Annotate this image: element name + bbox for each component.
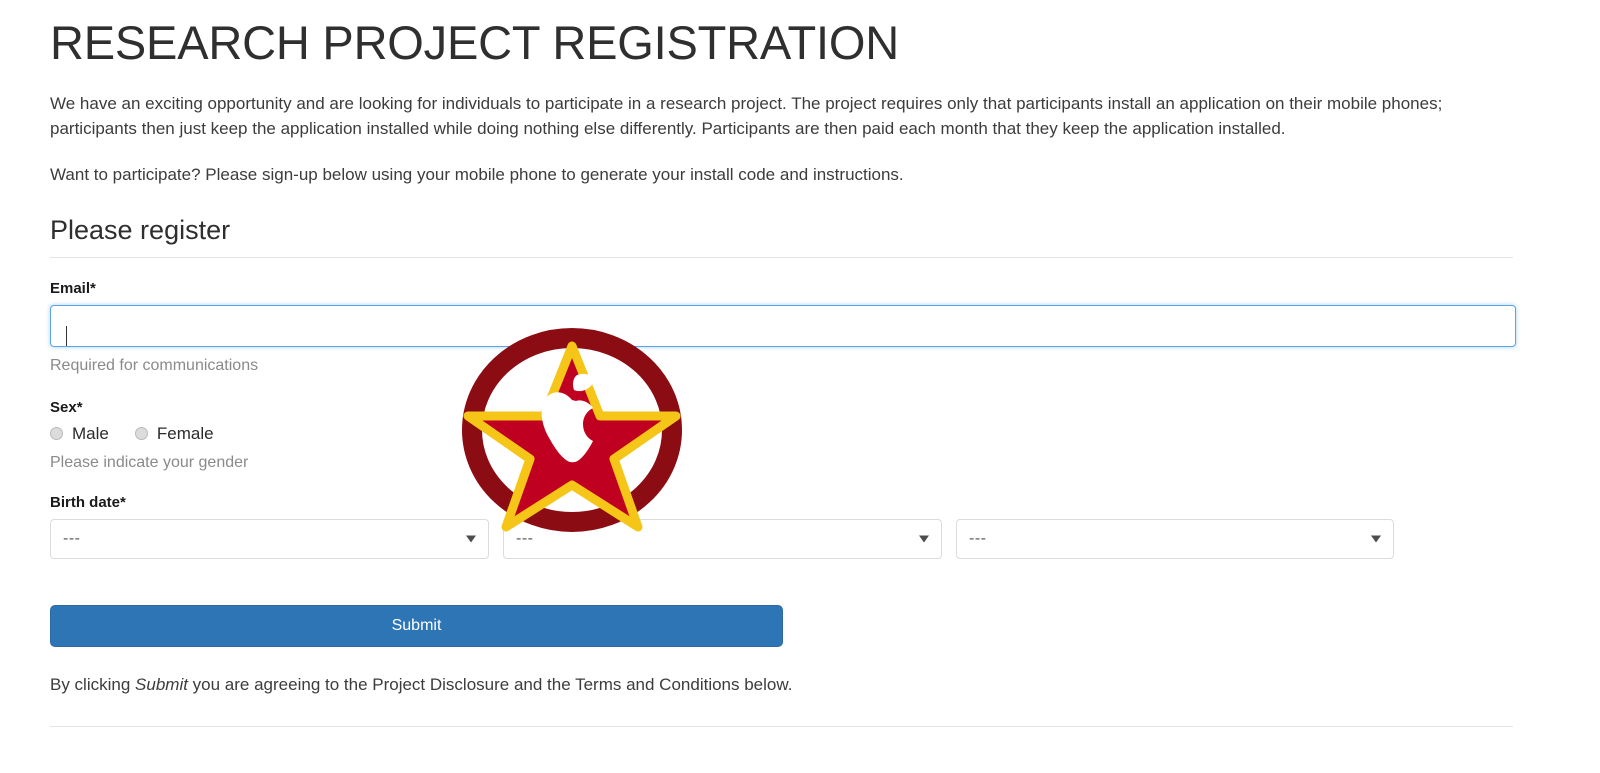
birth-date-select-2-value: --- (516, 530, 534, 548)
sex-help-text: Please indicate your gender (50, 454, 249, 472)
agreement-emphasis: Submit (135, 675, 188, 695)
sex-radio-row: Male Female (50, 424, 1516, 444)
radio-icon-male[interactable] (50, 427, 63, 441)
birth-date-select-row: --- --- --- (50, 519, 1516, 560)
birth-date-field-group: Birth date* --- --- --- (50, 494, 1516, 560)
text-cursor (66, 326, 67, 347)
radio-option-female[interactable]: Female (134, 423, 214, 444)
email-label: Email* (50, 280, 96, 298)
birth-date-select-1-value: --- (63, 530, 81, 548)
agreement-prefix: By clicking (50, 675, 136, 695)
radio-icon-female[interactable] (134, 427, 148, 441)
sex-label: Sex* (50, 398, 83, 416)
agreement-suffix: you are agreeing to the Project Disclosu… (187, 675, 793, 695)
chevron-down-icon[interactable] (919, 535, 929, 543)
radio-option-male[interactable]: Male (50, 424, 109, 444)
agreement-text: By clicking Submit you are agreeing to t… (50, 674, 1516, 696)
page-title: RESEARCH PROJECT REGISTRATION (50, 16, 900, 69)
email-help-text: Required for communications (50, 357, 259, 375)
chevron-down-icon[interactable] (1371, 535, 1381, 543)
birth-date-select-3-value: --- (969, 530, 987, 548)
signup-prompt: Want to participate? Please sign-up belo… (50, 165, 904, 185)
birth-date-label: Birth date* (50, 494, 126, 512)
intro-paragraph: We have an exciting opportunity and are … (50, 94, 1443, 139)
birth-date-select-2[interactable]: --- (503, 519, 942, 560)
section-divider (50, 257, 1513, 259)
birth-date-select-1[interactable]: --- (50, 519, 489, 560)
radio-label-female: Female (156, 423, 214, 443)
section-heading: Please register (50, 215, 231, 246)
email-field-group: Email* (50, 280, 1516, 348)
birth-date-select-3[interactable]: --- (956, 519, 1394, 560)
registration-page: RESEARCH PROJECT REGISTRATION We have an… (50, 0, 1516, 728)
submit-button[interactable]: Submit (50, 605, 783, 648)
chevron-down-icon[interactable] (466, 535, 476, 543)
radio-label-male: Male (72, 423, 109, 443)
bottom-divider (50, 726, 1513, 728)
sex-field-group: Sex* Male Female Please indicate your ge… (50, 399, 1516, 473)
email-input[interactable] (50, 305, 1516, 348)
registration-form: Email* Required for communications Sex* … (50, 280, 1516, 728)
